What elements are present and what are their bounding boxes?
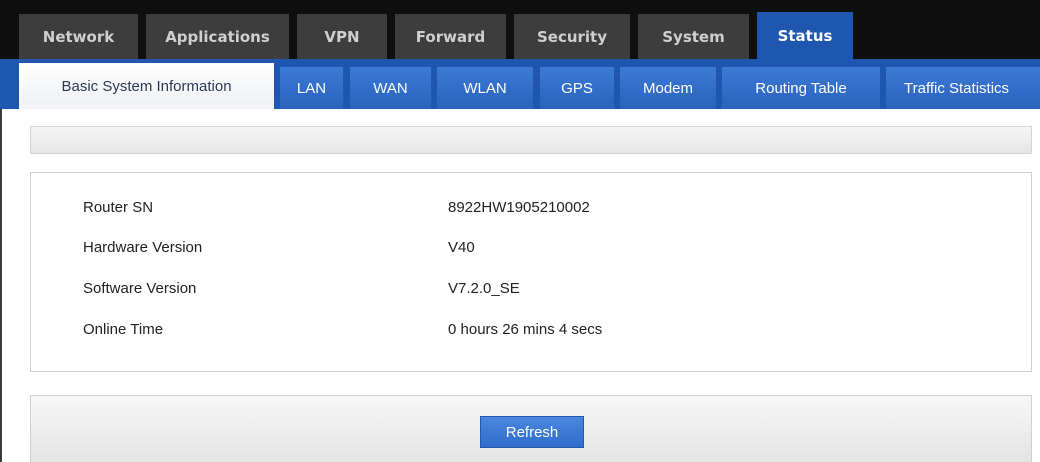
tab-vpn[interactable]: VPN [297,14,387,59]
software-version-value: V7.2.0_SE [448,280,520,297]
info-row-software-version: Software Version V7.2.0_SE [31,280,1031,302]
software-version-label: Software Version [83,280,197,297]
tab-applications[interactable]: Applications [146,14,289,59]
action-bar: Refresh [30,395,1032,462]
subtab-wan[interactable]: WAN [350,67,431,109]
tab-forward[interactable]: Forward [395,14,506,59]
tab-system[interactable]: System [638,14,749,59]
content-panel: Router SN 8922HW1905210002 Hardware Vers… [0,109,1040,462]
info-row-online-time: Online Time 0 hours 26 mins 4 secs [31,321,1031,343]
router-sn-label: Router SN [83,199,154,216]
info-row-router-sn: Router SN 8922HW1905210002 [31,199,1031,221]
system-info-box: Router SN 8922HW1905210002 Hardware Vers… [30,172,1032,372]
tab-network[interactable]: Network [19,14,138,59]
subtab-wlan[interactable]: WLAN [437,67,533,109]
subtab-basic-system-information[interactable]: Basic System Information [19,63,274,109]
hardware-version-label: Hardware Version [83,239,203,256]
section-header-strip [30,126,1032,154]
router-sn-value: 8922HW1905210002 [448,199,590,216]
sub-nav-bar: Basic System Information LAN WAN WLAN GP… [0,59,1040,109]
online-time-label: Online Time [83,321,164,338]
subtab-routing-table[interactable]: Routing Table [722,67,880,109]
tab-security[interactable]: Security [514,14,630,59]
subtab-gps[interactable]: GPS [540,67,614,109]
subtab-traffic-statistics[interactable]: Traffic Statistics [886,67,1040,109]
refresh-button[interactable]: Refresh [480,416,584,448]
subtab-modem[interactable]: Modem [620,67,716,109]
online-time-value: 0 hours 26 mins 4 secs [448,321,603,338]
info-row-hardware-version: Hardware Version V40 [31,239,1031,261]
hardware-version-value: V40 [448,239,475,256]
tab-status[interactable]: Status [757,12,853,59]
main-nav-bar: Network Applications VPN Forward Securit… [0,0,1040,59]
subtab-lan[interactable]: LAN [280,67,343,109]
